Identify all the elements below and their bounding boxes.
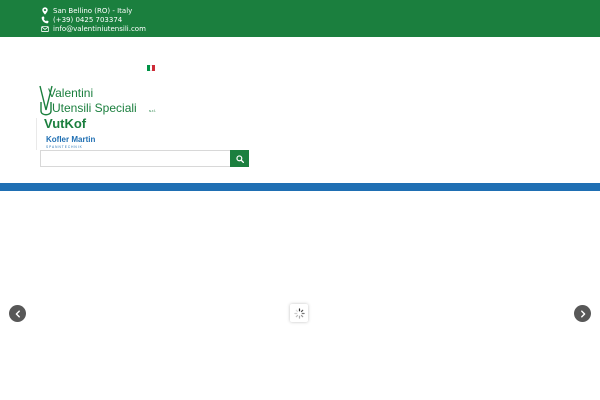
- top-contact-bar: San Bellino (RO) - Italy (+39) 0425 7033…: [0, 0, 600, 37]
- logo-line2: Utensili Speciali: [52, 101, 137, 115]
- envelope-icon: [40, 25, 49, 34]
- company-logo[interactable]: Valentini Utensili Speciali s.r.l. VutKo…: [36, 84, 166, 152]
- image-slider: [0, 191, 600, 400]
- chevron-left-icon: [14, 309, 22, 318]
- flag-red-stripe: [152, 65, 156, 71]
- loading-spinner: [290, 304, 308, 322]
- chevron-right-icon: [579, 309, 587, 318]
- italy-flag-icon[interactable]: [147, 65, 156, 71]
- search-button[interactable]: [230, 150, 249, 167]
- logo-line1: Valentini: [48, 86, 93, 100]
- search-input[interactable]: [40, 150, 230, 167]
- email-text[interactable]: info@valentiniutensili.com: [53, 24, 146, 34]
- logo-partner-sub: SPANNTECHNIK: [46, 145, 83, 149]
- search-icon: [235, 154, 244, 163]
- slider-prev-button[interactable]: [9, 305, 26, 322]
- email-line[interactable]: info@valentiniutensili.com: [40, 24, 146, 34]
- header-divider-bar: [0, 183, 600, 191]
- logo-brand: VutKof: [44, 116, 87, 131]
- logo-partner: Kofler Martin: [46, 135, 95, 144]
- loading-spinner-icon: [293, 307, 305, 319]
- slider-next-button[interactable]: [574, 305, 591, 322]
- search-form: [40, 150, 249, 167]
- logo-graphic: Valentini Utensili Speciali s.r.l. VutKo…: [36, 85, 156, 150]
- logo-suffix: s.r.l.: [149, 108, 156, 113]
